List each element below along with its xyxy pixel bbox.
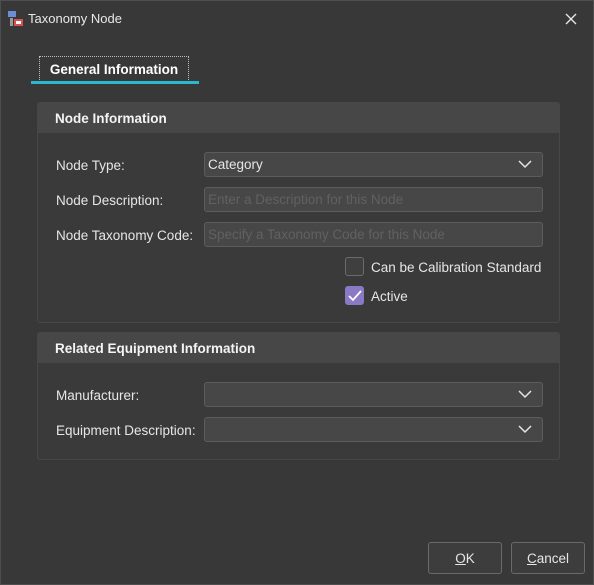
- equipment-description-label: Equipment Description:: [56, 423, 196, 438]
- node-description-label: Node Description:: [56, 193, 164, 208]
- related-equipment-panel: Related Equipment Information Manufactur…: [37, 332, 560, 460]
- title-bar: Taxonomy Node: [1, 1, 593, 37]
- node-information-header: Node Information: [38, 103, 559, 133]
- node-type-value: Category: [208, 157, 263, 172]
- cancel-label-rest: ancel: [536, 550, 570, 566]
- chevron-down-icon: [518, 390, 532, 399]
- tab-general-information[interactable]: General Information: [39, 56, 189, 82]
- active-tab-indicator: [31, 81, 199, 84]
- node-information-panel: Node Information Node Type: Category Nod…: [37, 102, 560, 323]
- node-description-placeholder: Enter a Description for this Node: [208, 192, 404, 207]
- active-label: Active: [371, 289, 408, 304]
- node-type-label: Node Type:: [56, 158, 125, 173]
- calibration-standard-label: Can be Calibration Standard: [371, 260, 542, 275]
- node-taxonomy-code-placeholder: Specify a Taxonomy Code for this Node: [208, 227, 445, 242]
- cancel-button[interactable]: Cancel: [511, 542, 585, 574]
- close-icon: [565, 13, 577, 25]
- ok-mnemonic: O: [455, 550, 466, 566]
- taxonomy-node-dialog: Taxonomy Node General Information Node I…: [0, 0, 594, 585]
- checkmark-icon: [348, 290, 362, 302]
- cancel-mnemonic: C: [526, 550, 537, 566]
- node-type-dropdown[interactable]: Category: [204, 152, 543, 177]
- ok-label-rest: K: [465, 550, 475, 566]
- node-taxonomy-code-input[interactable]: Specify a Taxonomy Code for this Node: [204, 222, 543, 247]
- node-taxonomy-code-label: Node Taxonomy Code:: [56, 228, 194, 243]
- calibration-standard-checkbox[interactable]: [345, 257, 364, 276]
- ok-button[interactable]: OK: [428, 542, 502, 574]
- taxonomy-app-icon: [7, 10, 24, 27]
- window-title: Taxonomy Node: [28, 11, 122, 26]
- equipment-description-dropdown[interactable]: [204, 417, 543, 442]
- active-checkbox[interactable]: [345, 286, 364, 305]
- related-equipment-header: Related Equipment Information: [38, 333, 559, 363]
- manufacturer-dropdown[interactable]: [204, 382, 543, 407]
- node-description-input[interactable]: Enter a Description for this Node: [204, 187, 543, 212]
- manufacturer-label: Manufacturer:: [56, 388, 140, 403]
- chevron-down-icon: [518, 160, 532, 169]
- chevron-down-icon: [518, 425, 532, 434]
- close-button[interactable]: [549, 1, 593, 37]
